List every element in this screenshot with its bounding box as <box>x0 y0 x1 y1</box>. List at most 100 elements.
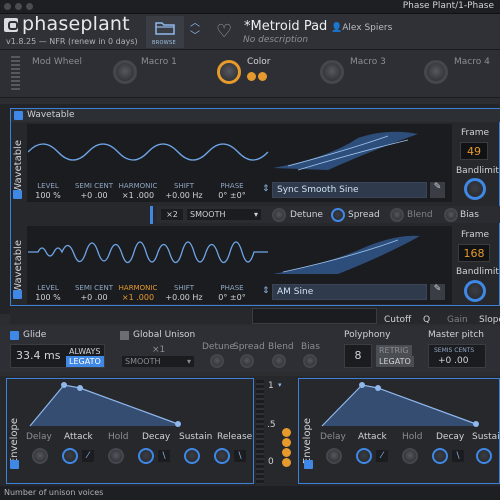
level-value[interactable]: 100 % <box>30 293 66 302</box>
env-decay-knob[interactable] <box>138 448 154 464</box>
global-unison-checkbox[interactable] <box>120 331 129 340</box>
harmonic-label: HARMONIC <box>118 182 158 190</box>
detune-knob[interactable] <box>272 208 286 222</box>
harmonic-value[interactable]: ×1 .000 <box>116 293 160 302</box>
env-sustain-knob[interactable] <box>184 448 200 464</box>
zoom-window-icon[interactable] <box>26 3 33 10</box>
harmonic-value[interactable]: ×1 .000 <box>116 191 160 200</box>
polyphony-value[interactable]: 8 <box>344 344 372 368</box>
gu-bias-knob[interactable] <box>303 354 317 368</box>
semi-cent-value[interactable]: +0 .00 <box>70 293 118 302</box>
env-attack-knob[interactable] <box>62 448 78 464</box>
mod-source-icon[interactable] <box>282 438 291 447</box>
chevron-down-icon[interactable]: ﹀ <box>188 30 202 43</box>
minimize-window-icon[interactable] <box>15 3 22 10</box>
slope-label: Slope <box>479 315 500 325</box>
curve-icon[interactable]: ⁄ <box>82 450 94 462</box>
unison-mode-select[interactable]: SMOOTH ▾ <box>187 209 261 220</box>
glide-checkbox[interactable] <box>10 331 19 340</box>
preset-nav[interactable]: ︿ ﹀ <box>188 17 202 47</box>
close-window-icon[interactable] <box>4 3 11 10</box>
semi-cent-value[interactable]: +0 .00 <box>70 191 118 200</box>
unison-voices[interactable]: ×2 <box>161 209 183 220</box>
color-knob[interactable] <box>217 60 241 84</box>
envelope1-checkbox[interactable] <box>10 460 19 469</box>
env-delay-knob[interactable] <box>32 448 48 464</box>
env-decay-knob[interactable] <box>432 448 448 464</box>
bias-label: Bias <box>460 210 479 220</box>
shift-value[interactable]: +0.00 Hz <box>162 191 206 200</box>
osc1-wavetable-select[interactable]: Sync Smooth Sine <box>272 182 427 198</box>
osc2-frame-label: Frame <box>461 230 490 240</box>
macro3-knob[interactable] <box>320 60 344 84</box>
window-controls[interactable] <box>4 3 34 11</box>
env-hold-knob[interactable] <box>402 448 418 464</box>
wavetable-arrows-icon[interactable]: ⇕ <box>262 184 270 194</box>
osc2-wavetable-select[interactable]: AM Sine <box>272 284 427 300</box>
scale-bottom: 0 <box>268 457 274 467</box>
gu-blend-label: Blend <box>268 342 294 352</box>
gu-blend-knob[interactable] <box>272 354 286 368</box>
mod-source-icon[interactable] <box>282 458 291 467</box>
env-attack-label: Attack <box>64 432 93 442</box>
patch-description[interactable]: No description <box>243 35 308 45</box>
phase-value[interactable]: 0° ±0° <box>212 191 252 200</box>
osc2-bandlimit-knob[interactable] <box>464 280 486 302</box>
phase-value[interactable]: 0° ±0° <box>212 293 252 302</box>
envelope2-checkbox[interactable] <box>304 460 313 469</box>
mod-source-icon[interactable] <box>282 448 291 457</box>
mod-source-icons <box>282 428 292 468</box>
env-decay-label: Decay <box>436 432 465 442</box>
curve-icon[interactable]: ⁄ <box>376 450 388 462</box>
osc2-enable-checkbox[interactable] <box>13 290 22 299</box>
global-unison-mode[interactable]: SMOOTH ▾ <box>122 356 194 367</box>
global-unison-voices[interactable]: ×1 <box>152 345 165 355</box>
curve-icon[interactable]: \ <box>452 450 464 462</box>
caret-down-icon[interactable]: ▾ <box>278 381 282 389</box>
env-hold-knob[interactable] <box>108 448 124 464</box>
bias-knob[interactable] <box>444 208 458 222</box>
retrig-button[interactable]: RETRIG <box>376 345 412 356</box>
env-sustain-label: Sustain <box>179 432 213 442</box>
chevron-up-icon[interactable]: ︿ <box>188 17 202 30</box>
module-enable-checkbox[interactable] <box>14 111 23 120</box>
env-release-knob[interactable] <box>214 448 230 464</box>
env-delay-knob[interactable] <box>326 448 342 464</box>
macro1-knob[interactable] <box>113 60 137 84</box>
patch-name[interactable]: *Metroid Pad <box>244 19 327 34</box>
curve-icon[interactable]: \ <box>234 450 246 462</box>
shift-value[interactable]: +0.00 Hz <box>162 293 206 302</box>
gu-spread-knob[interactable] <box>240 354 254 368</box>
mod-wheel-slider[interactable] <box>11 56 20 91</box>
global-unison-label: Global Unison <box>133 330 196 340</box>
osc1-enable-checkbox[interactable] <box>13 190 22 199</box>
wavetable-arrows-icon[interactable]: ⇕ <box>262 286 270 296</box>
window-title: Phase Plant/1-Phase <box>402 1 494 11</box>
glide-time[interactable]: 33.4 ms <box>16 349 60 362</box>
version-label: v1.8.25 — NFR (renew in 0 days) <box>6 37 138 46</box>
osc2-frame-value[interactable]: 168 <box>458 244 490 262</box>
gu-detune-label: Detune <box>202 342 235 352</box>
edit-pencil-icon[interactable]: ✎ <box>430 182 445 198</box>
level-value[interactable]: 100 % <box>30 191 66 200</box>
spread-knob[interactable] <box>331 208 345 222</box>
lfo-scale-bar[interactable] <box>256 380 264 484</box>
poly-legato-button[interactable]: LEGATO <box>376 356 414 367</box>
blend-knob[interactable] <box>390 208 404 222</box>
phase-label: PHASE <box>220 182 244 190</box>
master-pitch-value[interactable]: +0 .00 <box>438 356 468 366</box>
envelope2-labels: Delay Attack Hold Decay Sustain <box>320 432 500 444</box>
env-sustain-knob[interactable] <box>476 448 492 464</box>
env-attack-knob[interactable] <box>356 448 372 464</box>
osc1-bandlimit-knob[interactable] <box>464 178 486 200</box>
mod-source-icon[interactable] <box>282 428 291 437</box>
curve-icon[interactable]: \ <box>158 450 170 462</box>
favorite-heart-icon[interactable]: ♡ <box>216 21 232 42</box>
gu-detune-knob[interactable] <box>210 354 224 368</box>
edit-pencil-icon[interactable]: ✎ <box>430 284 445 300</box>
macro4-knob[interactable] <box>424 60 448 84</box>
envelope2-graph <box>321 382 479 427</box>
osc1-frame-value[interactable]: 49 <box>460 142 488 160</box>
glide-legato-button[interactable]: LEGATO <box>66 356 104 367</box>
mod-indicator-icon <box>247 72 256 81</box>
